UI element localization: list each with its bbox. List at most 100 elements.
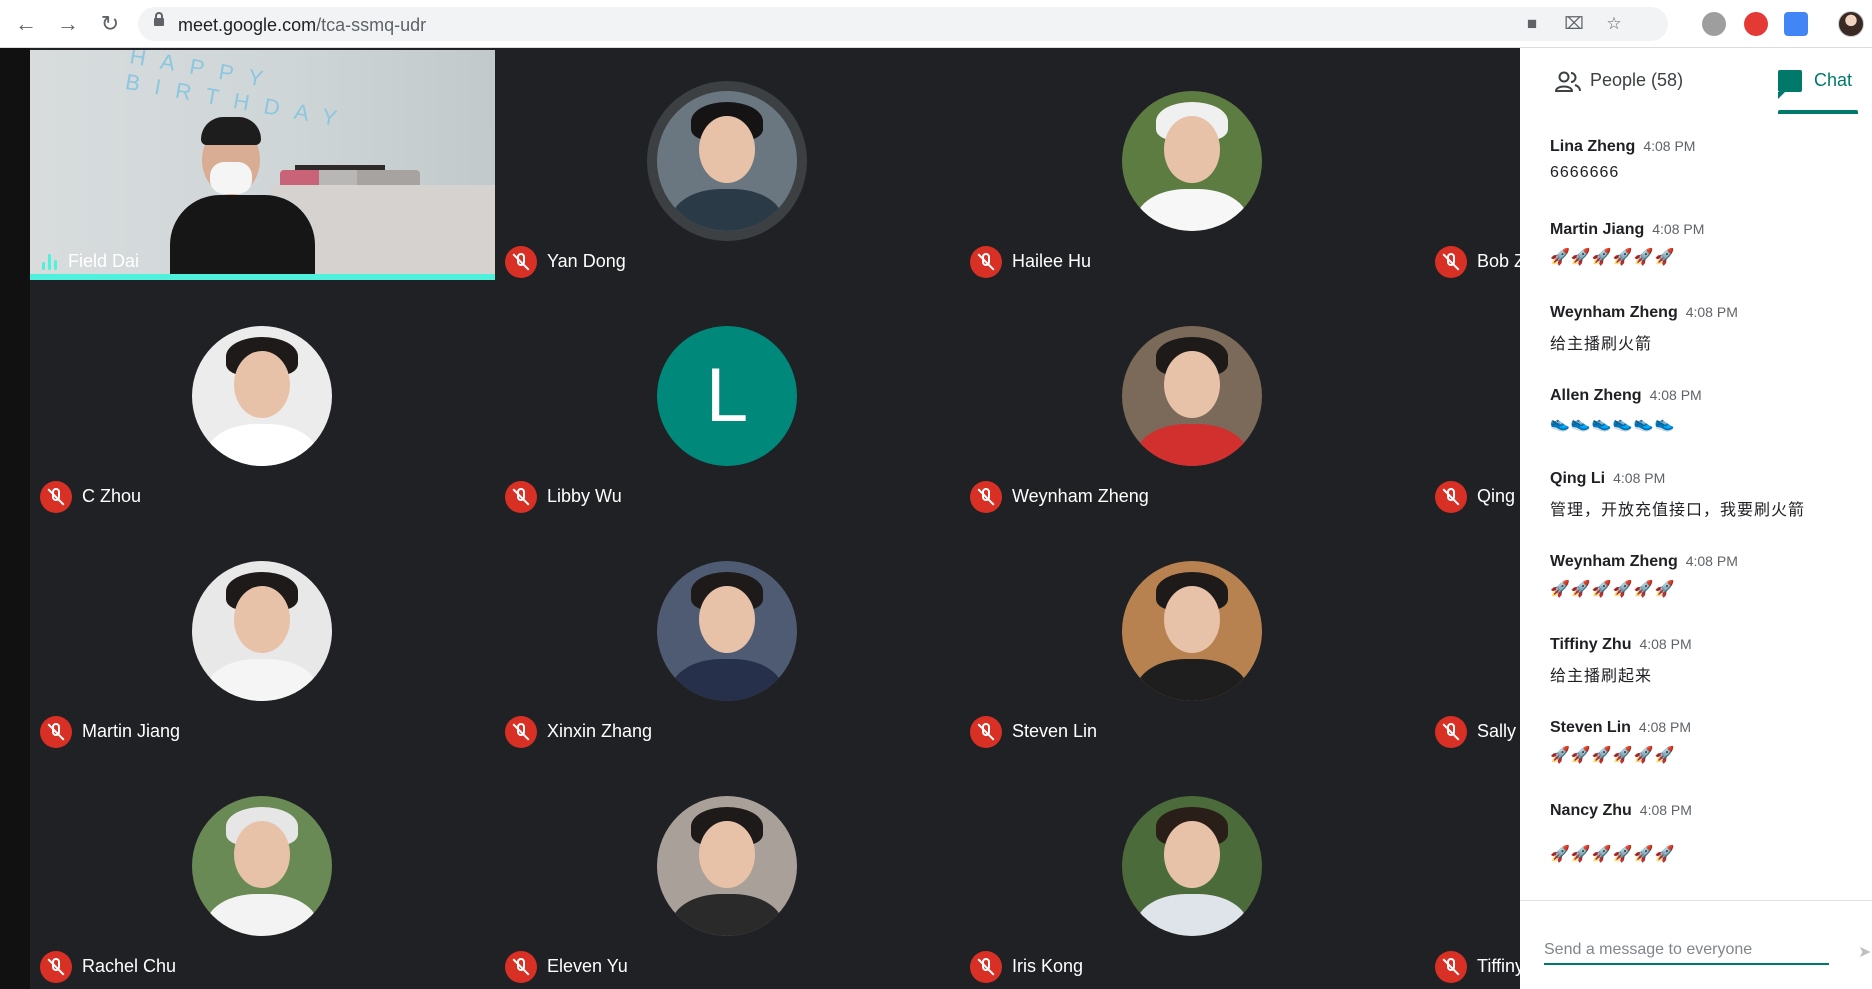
message-sender: Weynham Zheng	[1550, 553, 1678, 570]
participant-tile[interactable]: Qing	[1425, 283, 1520, 518]
avatar	[657, 561, 797, 701]
mic-off-icon	[1435, 481, 1467, 513]
address-bar[interactable]: meet.google.com/tca-ssmq-udr ■ ⌧ ☆	[138, 7, 1668, 41]
message-sender: Nancy Zhu	[1550, 802, 1632, 819]
participant-tile[interactable]: Bob Z	[1425, 48, 1520, 283]
mic-off-icon	[1435, 951, 1467, 983]
mic-off-icon	[970, 481, 1002, 513]
message-time: 4:08 PM	[1649, 387, 1702, 403]
participant-name: Rachel Chu	[82, 956, 177, 976]
message-text: 6666666	[1550, 164, 1620, 181]
chat-message-input[interactable]	[1544, 937, 1829, 965]
send-icon[interactable]: ➤	[1858, 945, 1872, 961]
participant-tile[interactable]: Tiffiny	[1425, 753, 1520, 988]
url-host: meet.google.com	[178, 15, 317, 35]
chat-message: Steven Lin 4:08 PM 🚀🚀🚀🚀🚀🚀	[1550, 719, 1860, 802]
mic-off-icon	[505, 716, 537, 748]
chat-message: Weynham Zheng 4:08 PM 🚀🚀🚀🚀🚀🚀	[1550, 553, 1860, 636]
participant-tile[interactable]: Rachel Chu	[30, 753, 495, 988]
translate-icon[interactable]: ⌧	[1564, 15, 1584, 33]
participant-name: Hailee Hu	[1012, 251, 1092, 271]
back-icon[interactable]: ←	[14, 12, 38, 36]
avatar	[192, 796, 332, 936]
side-panel: People (58) Chat Lina Zheng 4:08 PM 66666…	[1520, 48, 1872, 989]
chat-composer: ➤	[1520, 900, 1872, 989]
extension-red-icon[interactable]	[1744, 12, 1768, 36]
message-text: 🚀🚀🚀🚀🚀🚀	[1550, 846, 1676, 863]
participant-tile[interactable]: C Zhou	[30, 283, 495, 518]
panel-tabs: People (58) Chat	[1520, 48, 1872, 114]
message-time: 4:08 PM	[1643, 138, 1696, 154]
participant-name: Martin Jiang	[82, 721, 181, 741]
profile-avatar[interactable]	[1838, 11, 1864, 37]
mic-off-icon	[970, 716, 1002, 748]
message-time: 4:08 PM	[1652, 221, 1705, 237]
mic-off-icon	[505, 481, 537, 513]
participant-name: Sally	[1477, 721, 1517, 741]
message-time: 4:08 PM	[1638, 719, 1692, 735]
message-sender: Qing Li	[1550, 470, 1606, 487]
participant-tile[interactable]: Steven Lin	[960, 518, 1425, 753]
stage-edge	[0, 48, 30, 989]
participant-tile[interactable]: Sally	[1425, 518, 1520, 753]
participant-name: Bob Z	[1477, 251, 1520, 271]
participant-tile[interactable]: Weynham Zheng	[960, 283, 1425, 518]
participant-name: Tiffiny	[1477, 956, 1520, 976]
message-text: 给主播刷起来	[1550, 668, 1653, 685]
participant-video-field-dai[interactable]: HAPPY BIRTHDAY Field Dai	[30, 50, 495, 280]
message-time: 4:08 PM	[1613, 470, 1666, 486]
message-time: 4:08 PM	[1685, 304, 1738, 320]
message-time: 4:08 PM	[1685, 553, 1738, 569]
message-sender: Steven Lin	[1550, 719, 1631, 736]
url-text: meet.google.com/tca-ssmq-udr	[178, 15, 426, 36]
message-text: 👟👟👟👟👟👟	[1550, 415, 1676, 432]
avatar	[192, 561, 332, 701]
chat-message: Tiffiny Zhu 4:08 PM 给主播刷起来	[1550, 636, 1860, 719]
participant-name: Eleven Yu	[547, 956, 628, 976]
camera-icon[interactable]: ■	[1522, 15, 1542, 33]
tab-chat[interactable]: Chat	[1778, 68, 1860, 114]
participant-name: Yan Dong	[547, 251, 626, 271]
chat-message: Weynham Zheng 4:08 PM 给主播刷火箭	[1550, 304, 1860, 387]
avatar	[1122, 561, 1262, 701]
avatar	[647, 81, 807, 241]
video-person	[170, 100, 315, 280]
participant-tile[interactable]: L Libby Wu	[495, 283, 960, 518]
participant-tile[interactable]: Xinxin Zhang	[495, 518, 960, 753]
mic-off-icon	[40, 481, 72, 513]
star-icon[interactable]: ☆	[1604, 15, 1624, 33]
url-path: /tca-ssmq-udr	[316, 15, 427, 35]
participant-tile[interactable]: Hailee Hu	[960, 48, 1425, 283]
message-text: 🚀🚀🚀🚀🚀🚀	[1550, 581, 1676, 598]
tab-people-label: People (58)	[1590, 70, 1684, 90]
chat-icon	[1778, 70, 1802, 99]
mic-off-icon	[505, 951, 537, 983]
message-sender: Martin Jiang	[1550, 221, 1645, 238]
extension-globe-icon[interactable]	[1702, 12, 1726, 36]
participant-name: Xinxin Zhang	[547, 721, 653, 741]
message-text: 给主播刷火箭	[1550, 336, 1653, 353]
people-icon	[1554, 71, 1581, 92]
mic-off-icon	[40, 951, 72, 983]
participant-tile[interactable]: Yan Dong	[495, 48, 960, 283]
mic-off-icon	[1435, 716, 1467, 748]
mic-off-icon	[970, 246, 1002, 278]
participant-tile[interactable]: Martin Jiang	[30, 518, 495, 753]
message-time: 4:08 PM	[1639, 802, 1692, 818]
participant-name: Steven Lin	[1012, 721, 1098, 741]
participant-name: Iris Kong	[1012, 956, 1084, 976]
speaking-indicator-icon	[40, 252, 60, 272]
participant-name: Libby Wu	[547, 486, 622, 506]
mic-off-icon	[970, 951, 1002, 983]
chat-message: Nancy Zhu 4:08 PM 🚀🚀🚀🚀🚀🚀	[1550, 802, 1860, 885]
mic-off-icon	[40, 716, 72, 748]
participant-tile[interactable]: Eleven Yu	[495, 753, 960, 988]
participant-tile[interactable]: Iris Kong	[960, 753, 1425, 988]
message-sender: Lina Zheng	[1550, 138, 1636, 155]
chat-message: Allen Zheng 4:08 PM 👟👟👟👟👟👟	[1550, 387, 1860, 470]
mic-off-icon	[1435, 246, 1467, 278]
speaking-bar	[30, 274, 495, 280]
google-translate-icon[interactable]	[1784, 12, 1808, 36]
forward-icon[interactable]: →	[56, 12, 80, 36]
reload-icon[interactable]: ↻	[98, 12, 122, 36]
